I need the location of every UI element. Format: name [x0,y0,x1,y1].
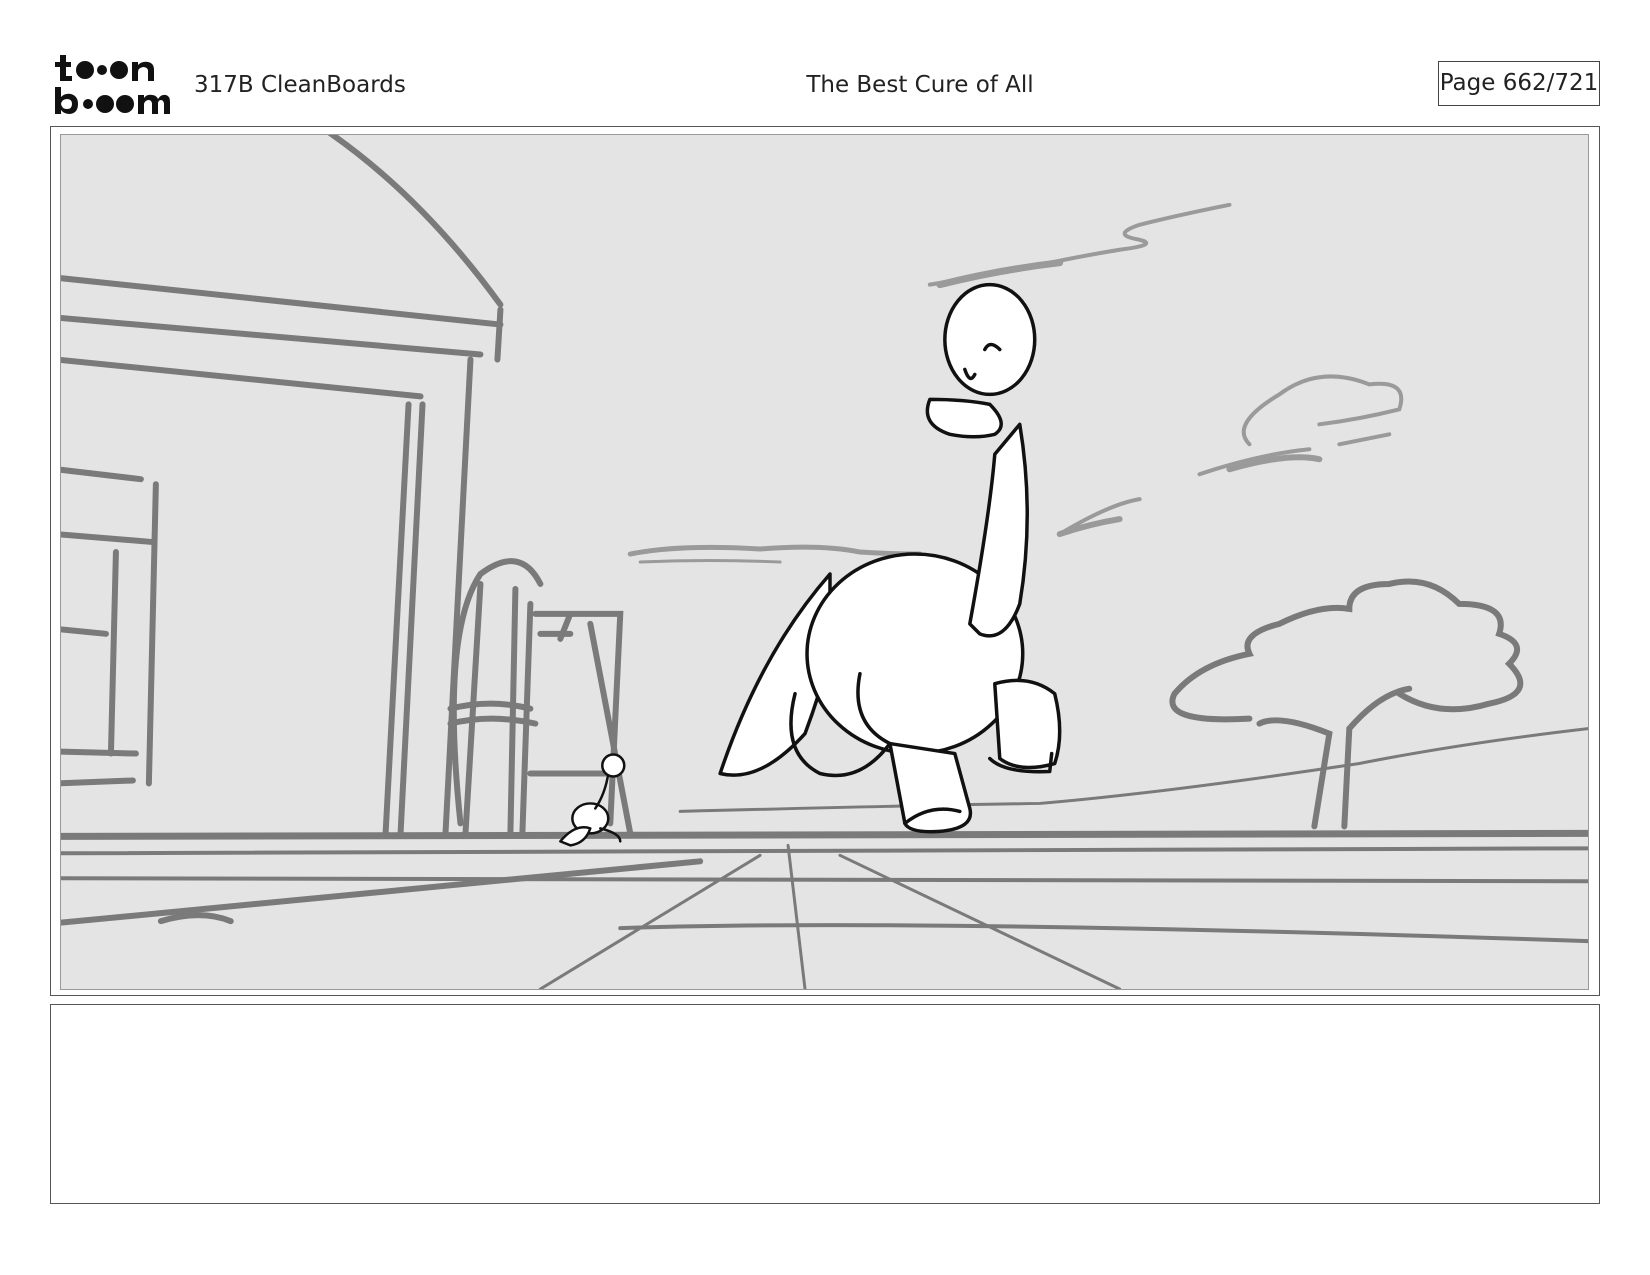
page-counter: Page 662/721 [1438,61,1600,106]
storyboard-sketch [61,135,1588,989]
panel-frame [60,134,1589,990]
episode-title: The Best Cure of All [806,72,1034,98]
storyboard-panel [50,126,1600,996]
notes-area [50,1004,1600,1204]
